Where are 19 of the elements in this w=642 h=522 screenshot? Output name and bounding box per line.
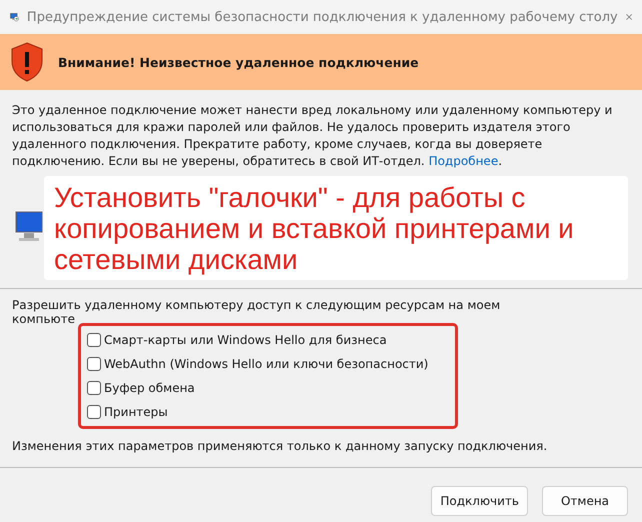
shield-warning-icon [10, 42, 44, 82]
resources-label-cut: компьюте [11, 313, 76, 323]
checkbox-label[interactable]: Принтеры [104, 405, 168, 419]
warning-text: Это удаленное подключение может нанести вред локальному или удаленному компьютеру и использоваться для кражи паролей или файлов. Не удалось проверить издателя этого удаленного подключения. Прекратите работу, кроме случаев, когда вы доверяете подключению. Если вы не уверены, обратитесь в свой ИТ-отдел. Подробнее. [11, 102, 614, 170]
checkbox[interactable] [87, 405, 101, 419]
checkbox-label[interactable]: Буфер обмена [104, 381, 195, 395]
checkbox[interactable] [87, 333, 101, 347]
window-title: Предупреждение системы безопасности подключения к удаленному рабочему столу [26, 10, 618, 24]
dialog-button[interactable]: Подключить [431, 486, 528, 516]
note-text: Изменения этих параметров применяются только к данному запуску подключения. [11, 438, 548, 453]
warning-heading: Внимание! Неизвестное удаленное подключение [58, 54, 419, 70]
checkbox[interactable] [87, 381, 101, 395]
checkbox-label[interactable]: Смарт-карты или Windows Hello для бизнеса [104, 333, 387, 347]
more-link[interactable]: Подробнее [428, 154, 498, 168]
dialog-button[interactable]: Отмена [542, 486, 628, 516]
annotation-text: Установить "галочки" - для работы с копированием и вставкой принтерами и сетевыми дисками [44, 176, 628, 280]
checkbox[interactable] [87, 357, 101, 371]
resources-label: Разрешить удаленному компьютеру доступ к следующим ресурсам на моем [11, 297, 502, 313]
checkbox-label[interactable]: WebAuthn (Windows Hello или ключи безопасности) [104, 357, 428, 371]
